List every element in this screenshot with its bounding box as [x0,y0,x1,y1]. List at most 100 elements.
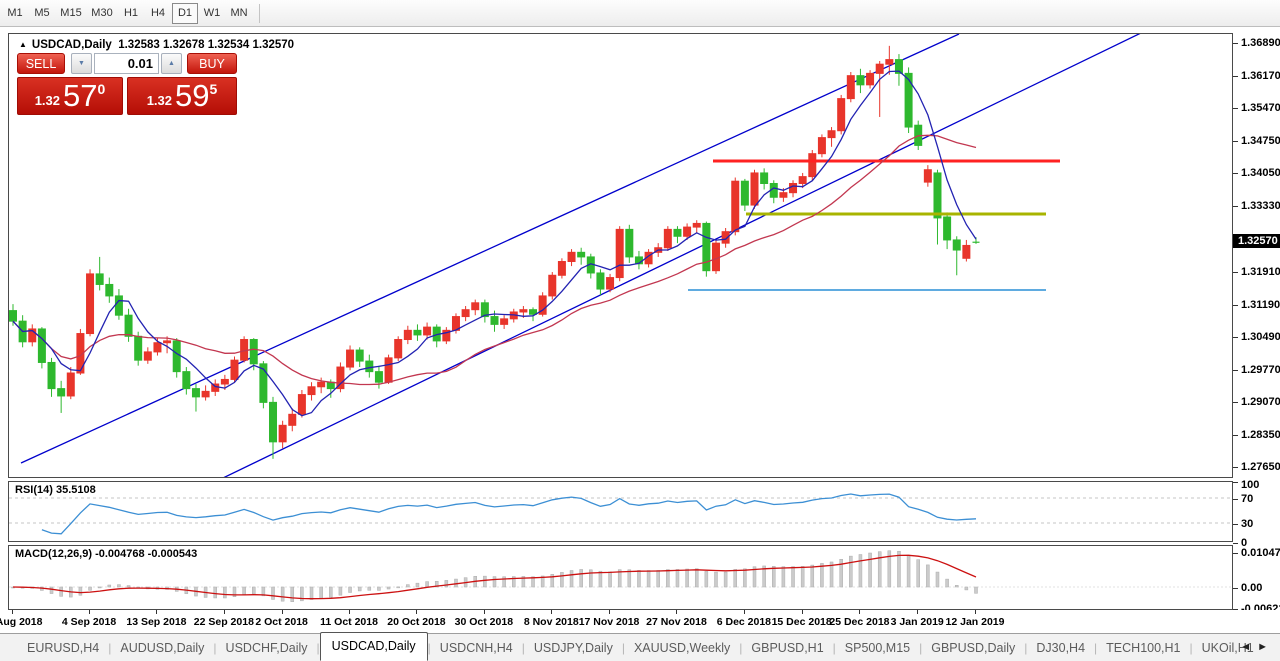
sell-price-button[interactable]: 1.32 57 0 [17,77,123,115]
tab-tech100-h1[interactable]: TECH100,H1 [1097,636,1189,660]
tab-scroll-right-icon[interactable]: ► [1257,641,1274,653]
price-axis-label: 1.27650 [1241,461,1280,474]
macd-axis[interactable]: 0.0104740.00-0.006218 [1233,545,1280,610]
price-axis-tick [1233,141,1238,142]
timeframe-button-w1[interactable]: W1 [199,3,225,24]
lot-increase-button[interactable]: ▲ [161,53,182,74]
lot-size-input[interactable]: 0.01 [94,53,159,74]
trendline-2[interactable] [223,34,1143,477]
tab-usdjpy-daily[interactable]: USDJPY,Daily [525,636,622,660]
tab-scroll-left-icon[interactable]: ◄ [1240,641,1257,653]
timeframe-button-d1[interactable]: D1 [172,3,198,24]
rsi-axis[interactable]: 10070300 [1233,481,1280,542]
price-axis-tick [1233,402,1238,403]
mt4-window: M1M5M15M30H1H4D1W1MN ▲USDCAD,Daily 1.325… [0,0,1280,661]
sell-price-main: 57 [63,81,97,111]
macd-axis-label: 0.010474 [1241,547,1280,560]
buy-price-main: 59 [175,81,209,111]
buy-price-button[interactable]: 1.32 59 5 [127,77,237,115]
date-axis-label: 23 Aug 2018 [0,616,42,628]
tab-usdcad-daily[interactable]: USDCAD,Daily [320,632,428,661]
date-axis-tick [975,610,976,614]
macd-indicator-panel[interactable]: MACD(12,26,9) -0.004768 -0.000543 [8,545,1233,610]
date-axis-label: 11 Oct 2018 [320,616,378,628]
date-axis-tick [609,610,610,614]
timeframe-button-h4[interactable]: H4 [145,3,171,24]
sell-price-prefix: 1.32 [35,93,60,108]
tab-sp500-m15[interactable]: SP500,M15 [836,636,919,660]
timeframe-button-m30[interactable]: M30 [87,3,117,24]
macd-axis-tick [1233,588,1238,589]
macd-label: MACD(12,26,9) -0.004768 -0.000543 [15,548,197,560]
timeframe-button-mn[interactable]: MN [226,3,252,24]
price-axis-label: 1.31190 [1241,299,1280,312]
sell-button[interactable]: SELL [17,53,65,74]
tab-xauusd-weekly[interactable]: XAUUSD,Weekly [625,636,739,660]
timeframe-toolbar: M1M5M15M30H1H4D1W1MN [0,0,1280,27]
price-axis-label: 1.34750 [1241,135,1280,148]
date-axis-tick [917,610,918,614]
trade-controls-row: SELL ▼ 0.01 ▲ BUY [15,53,239,74]
tab-dj30-h4[interactable]: DJ30,H4 [1027,636,1094,660]
timeframe-button-h1[interactable]: H1 [118,3,144,24]
chart-ohlc-values: 1.32583 1.32678 1.32534 1.32570 [118,39,294,51]
symbol-tab-bar: EURUSD,H4|AUDUSD,Daily|USDCHF,Daily|USDC… [0,633,1280,661]
date-axis-tick [224,610,225,614]
price-axis[interactable]: 1.368901.361701.354701.347501.340501.333… [1233,33,1280,478]
price-axis-tick [1233,108,1238,109]
price-axis-label: 1.30490 [1241,331,1280,344]
chart-symbol-label: USDCAD,Daily [32,39,112,51]
tab-gbpusd-daily[interactable]: GBPUSD,Daily [922,636,1024,660]
tab-usdcnh-h4[interactable]: USDCNH,H4 [431,636,522,660]
tab-audusd-daily[interactable]: AUDUSD,Daily [111,636,213,660]
date-axis-label: 12 Jan 2019 [946,616,1005,628]
left-gutter [0,28,8,632]
chevron-up-icon: ▲ [168,60,175,67]
rsi-indicator-panel[interactable]: RSI(14) 35.5108 [8,481,1233,542]
price-axis-tick [1233,370,1238,371]
price-axis-label: 1.35470 [1241,102,1280,115]
timeframe-button-m5[interactable]: M5 [29,3,55,24]
date-axis-tick [12,610,13,614]
price-axis-label: 1.36890 [1241,37,1280,50]
date-axis-label: 2 Oct 2018 [255,616,308,628]
date-axis-label: 15 Dec 2018 [772,616,832,628]
price-axis-label: 1.29770 [1241,364,1280,377]
tab-usdchf-daily[interactable]: USDCHF,Daily [217,636,317,660]
toolbar-separator [259,4,260,23]
chevron-down-icon: ▼ [78,60,85,67]
date-axis[interactable]: 23 Aug 20184 Sep 201813 Sep 201822 Sep 2… [0,610,1280,633]
lot-decrease-button[interactable]: ▼ [71,53,92,74]
price-axis-tick [1233,467,1238,468]
buy-button[interactable]: BUY [187,53,237,74]
current-price-label: 1.32570 [1233,234,1280,248]
rsi-label: RSI(14) 35.5108 [15,484,96,496]
price-axis-label: 1.29070 [1241,396,1280,409]
timeframe-button-m15[interactable]: M15 [56,3,86,24]
date-axis-tick [156,610,157,614]
tab-eurusd-h4[interactable]: EURUSD,H4 [18,636,108,660]
date-axis-label: 8 Nov 2018 [524,616,579,628]
date-axis-tick [349,610,350,614]
price-axis-tick [1233,173,1238,174]
date-axis-label: 27 Nov 2018 [646,616,707,628]
price-chart-panel[interactable]: ▲ USDCAD,Daily 1.32583 1.32678 1.32534 1.… [8,33,1233,478]
price-axis-tick [1233,435,1238,436]
rsi-chart[interactable] [9,482,1232,541]
buy-price-pipette: 5 [210,81,218,97]
date-axis-tick [282,610,283,614]
rsi-axis-tick [1233,499,1238,500]
price-axis-tick [1233,76,1238,77]
price-axis-tick [1233,43,1238,44]
date-axis-tick [676,610,677,614]
date-axis-tick [416,610,417,614]
rsi-axis-tick [1233,524,1238,525]
collapse-triangle-icon[interactable]: ▲ [19,40,27,49]
macd-axis-tick [1233,553,1238,554]
tab-gbpusd-h1[interactable]: GBPUSD,H1 [742,636,832,660]
price-axis-tick [1233,337,1238,338]
date-axis-tick [551,610,552,614]
date-axis-tick [484,610,485,614]
timeframe-button-m1[interactable]: M1 [2,3,28,24]
date-axis-label: 30 Oct 2018 [455,616,513,628]
